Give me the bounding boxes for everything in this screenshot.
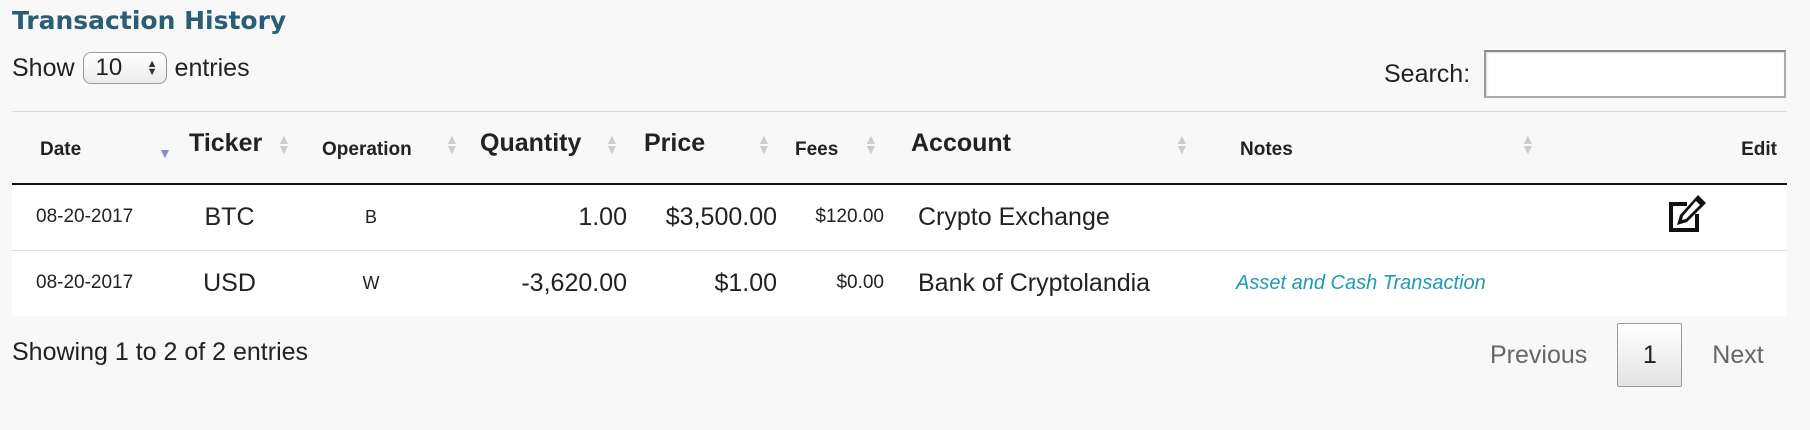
search-area: Search: xyxy=(1384,50,1787,98)
column-header-date-label: Date xyxy=(40,138,82,160)
pagination: Previous 1 Next xyxy=(1460,323,1794,387)
transactions-table: Date ▼ Ticker ▲ ▼ Operation ▲ ▼ Quantity ▲… xyxy=(12,112,1787,316)
search-input[interactable] xyxy=(1484,50,1787,98)
table-header-row: Date ▼ Ticker ▲ ▼ Operation ▲ ▼ Quantity ▲… xyxy=(12,112,1787,185)
cell-notes xyxy=(1208,184,1557,251)
column-header-ticker[interactable]: Ticker ▲ ▼ xyxy=(167,112,302,185)
cell-date: 08-20-2017 xyxy=(12,184,167,251)
sort-both-icon: ▲ ▼ xyxy=(605,131,619,157)
edit-icon[interactable] xyxy=(1665,192,1709,236)
column-header-price[interactable]: Price ▲ ▼ xyxy=(627,112,777,185)
entries-per-page-select[interactable]: 10 ▲ ▼ xyxy=(82,52,167,84)
sort-both-icon: ▲ ▼ xyxy=(864,131,878,157)
sort-both-icon: ▲ ▼ xyxy=(1521,131,1535,157)
transaction-history-page: Transaction History Show 10 ▲ ▼ entries S… xyxy=(0,0,1810,430)
column-header-account[interactable]: Account ▲ ▼ xyxy=(890,112,1208,185)
page-1-button[interactable]: 1 xyxy=(1617,323,1683,387)
cell-price: $1.00 xyxy=(627,250,777,316)
column-header-fees-label: Fees xyxy=(795,138,839,160)
cell-price: $3,500.00 xyxy=(627,184,777,251)
table-row: 08-20-2017 BTC B 1.00 $3,500.00 $120.00 … xyxy=(12,184,1787,251)
updown-icon: ▲ ▼ xyxy=(146,58,158,78)
cell-quantity: -3,620.00 xyxy=(462,250,627,316)
previous-page-button[interactable]: Previous xyxy=(1460,323,1617,387)
column-header-price-label: Price xyxy=(644,129,706,157)
sort-both-icon: ▲ ▼ xyxy=(277,131,291,157)
cell-edit xyxy=(1557,184,1787,251)
entries-per-page-value: 10 xyxy=(95,54,123,81)
transactions-table-wrapper: Date ▼ Ticker ▲ ▼ Operation ▲ ▼ Quantity ▲… xyxy=(12,111,1787,316)
column-header-edit-label: Edit xyxy=(1741,138,1777,160)
cell-date: 08-20-2017 xyxy=(12,250,167,316)
cell-fees: $120.00 xyxy=(777,184,890,251)
sort-both-icon: ▲ ▼ xyxy=(1175,131,1189,157)
cell-account: Crypto Exchange xyxy=(890,184,1208,251)
cell-ticker: USD xyxy=(167,250,302,316)
search-label: Search: xyxy=(1384,59,1471,88)
next-page-button[interactable]: Next xyxy=(1682,323,1793,387)
column-header-quantity-label: Quantity xyxy=(480,129,582,157)
sort-both-icon: ▲ ▼ xyxy=(445,131,459,157)
column-header-notes[interactable]: Notes ▲ ▼ xyxy=(1208,112,1557,185)
column-header-edit: Edit xyxy=(1557,112,1787,185)
cell-fees: $0.00 xyxy=(777,250,890,316)
column-header-quantity[interactable]: Quantity ▲ ▼ xyxy=(462,112,627,185)
table-row: 08-20-2017 USD W -3,620.00 $1.00 $0.00 B… xyxy=(12,250,1787,316)
table-info: Showing 1 to 2 of 2 entries xyxy=(12,338,309,366)
cell-quantity: 1.00 xyxy=(462,184,627,251)
column-header-notes-label: Notes xyxy=(1240,138,1293,160)
cell-operation: B xyxy=(302,184,462,251)
cell-operation: W xyxy=(302,250,462,316)
column-header-fees[interactable]: Fees ▲ ▼ xyxy=(777,112,890,185)
length-menu-prefix: Show xyxy=(12,53,75,82)
column-header-account-label: Account xyxy=(911,129,1011,157)
column-header-operation[interactable]: Operation ▲ ▼ xyxy=(302,112,462,185)
length-menu-suffix: entries xyxy=(174,53,250,82)
page-title: Transaction History xyxy=(12,6,287,35)
cell-account: Bank of Cryptolandia xyxy=(890,250,1208,316)
sort-both-icon: ▲ ▼ xyxy=(757,131,771,157)
cell-ticker: BTC xyxy=(167,184,302,251)
length-menu: Show 10 ▲ ▼ entries xyxy=(12,52,250,84)
column-header-operation-label: Operation xyxy=(322,138,412,160)
cell-edit xyxy=(1557,250,1787,316)
column-header-date[interactable]: Date ▼ xyxy=(12,112,172,185)
column-header-ticker-label: Ticker xyxy=(189,129,263,157)
cell-notes-link[interactable]: Asset and Cash Transaction xyxy=(1208,250,1557,316)
